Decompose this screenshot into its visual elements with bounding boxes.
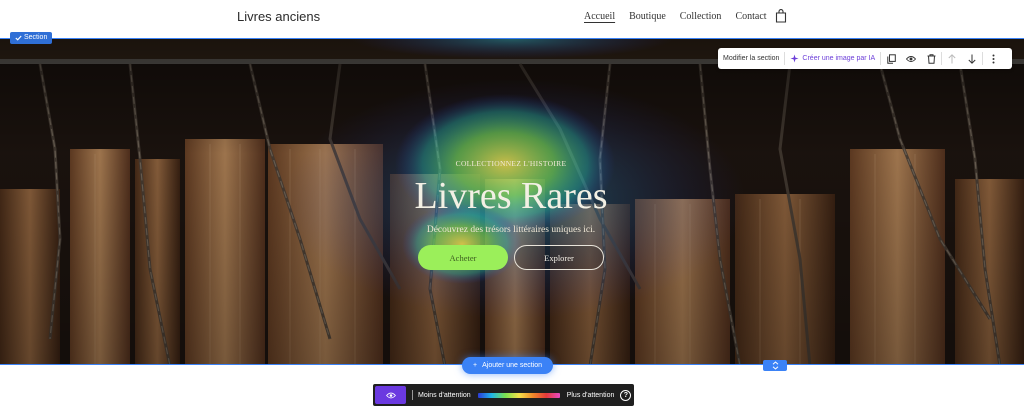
add-section-button[interactable]: + Ajouter une section	[462, 357, 554, 374]
shopping-bag-icon[interactable]	[775, 9, 787, 23]
nav-link-boutique[interactable]: Boutique	[629, 11, 666, 22]
hero-title: Livres Rares	[414, 175, 608, 217]
sparkle-icon	[790, 54, 799, 63]
hero-content: COLLECTIONNEZ L'HISTOIRE Livres Rares Dé…	[380, 159, 642, 270]
main-nav: Accueil Boutique Collection Contact	[584, 11, 767, 22]
help-icon[interactable]: ?	[620, 389, 632, 401]
buy-button[interactable]: Acheter	[418, 245, 508, 270]
attention-gradient-scale	[477, 392, 560, 398]
hero-section[interactable]: COLLECTIONNEZ L'HISTOIRE Livres Rares Dé…	[0, 38, 1024, 365]
nav-link-collection[interactable]: Collection	[680, 11, 722, 22]
section-tag[interactable]: Section	[10, 32, 53, 44]
more-attention-label: Plus d'attention	[566, 391, 615, 399]
ai-image-label: Créer une image par IA	[802, 55, 876, 62]
hero-eyebrow: COLLECTIONNEZ L'HISTOIRE	[455, 159, 567, 168]
check-icon	[15, 35, 22, 41]
explore-button[interactable]: Explorer	[514, 245, 604, 270]
eye-icon[interactable]	[901, 48, 921, 69]
move-down-icon[interactable]	[962, 48, 982, 69]
legend-divider	[412, 390, 413, 400]
edit-section-button[interactable]: Modifier la section	[718, 48, 784, 69]
section-tag-label: Section	[24, 34, 48, 41]
eye-icon	[385, 392, 396, 398]
section-toolbar: Modifier la section Créer une image par …	[718, 48, 1012, 69]
hero-buttons: Acheter Explorer	[380, 245, 642, 270]
nav-link-contact[interactable]: Contact	[735, 11, 766, 22]
duplicate-icon[interactable]	[881, 48, 901, 69]
add-section-label: Ajouter une section	[482, 362, 543, 369]
ai-image-button[interactable]: Créer une image par IA	[785, 48, 880, 69]
section-resize-handle[interactable]	[763, 360, 787, 371]
chevron-up-down-icon	[772, 361, 778, 370]
move-up-icon[interactable]	[942, 48, 962, 69]
site-brand[interactable]: Livres anciens	[237, 9, 320, 24]
trash-icon[interactable]	[921, 48, 941, 69]
more-options-icon[interactable]	[983, 48, 1003, 69]
page: Livres anciens Accueil Boutique Collecti…	[0, 0, 1024, 407]
nav-link-accueil[interactable]: Accueil	[584, 11, 615, 22]
less-attention-label: Moins d'attention	[418, 391, 471, 399]
site-header: Livres anciens Accueil Boutique Collecti…	[0, 0, 1024, 37]
attention-toggle-button[interactable]	[375, 386, 406, 404]
plus-icon: +	[473, 362, 478, 369]
hero-subtitle: Découvrez des trésors littéraires unique…	[426, 225, 596, 235]
attention-legend-bar: Moins d'attention Plus d'attention ?	[373, 384, 634, 406]
